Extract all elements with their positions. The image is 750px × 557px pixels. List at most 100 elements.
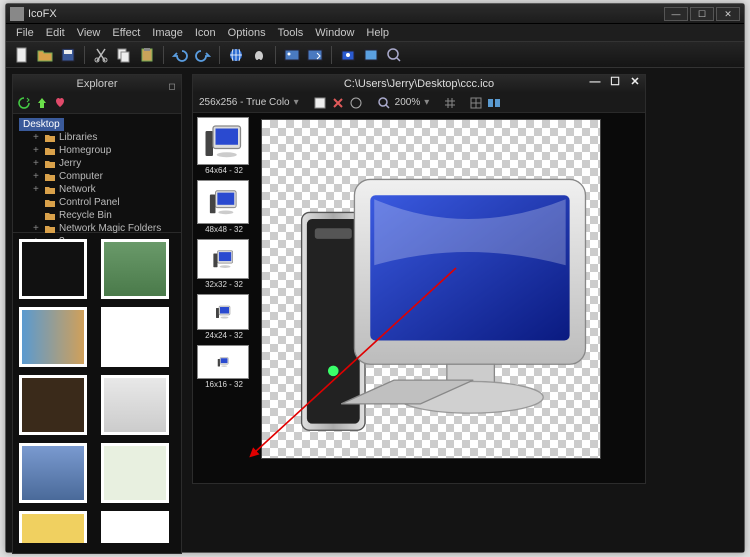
size-tile[interactable] [197,294,249,330]
apple-icon[interactable] [249,45,269,65]
expander-icon[interactable]: + [33,145,41,156]
explorer-toolbar [13,93,181,113]
menu-image[interactable]: Image [146,25,189,41]
explorer-close-icon[interactable]: ◻ [165,77,179,91]
properties-icon[interactable] [349,96,363,110]
close-button[interactable]: ✕ [716,7,740,21]
tree-root[interactable]: Desktop [19,118,64,131]
size-tile[interactable] [197,117,249,165]
open-folder-icon[interactable] [35,45,55,65]
preview-zoom-icon[interactable] [384,45,404,65]
copy-icon[interactable] [114,45,134,65]
tree-item-label: Homegroup [59,145,111,156]
add-size-icon[interactable] [313,96,327,110]
delete-size-icon[interactable] [331,96,345,110]
thumb-item[interactable] [19,511,87,543]
tree-item[interactable]: +Jerry [19,157,175,170]
app-window: IcoFX — ☐ ✕ File Edit View Effect Image … [5,3,745,553]
menu-file[interactable]: File [10,25,40,41]
thumb-item[interactable] [101,239,169,299]
toggle-grid-icon[interactable] [443,96,457,110]
explorer-thumbnails [13,233,181,543]
zoom-icon[interactable] [377,96,391,110]
tree-item[interactable]: Control Panel [19,196,175,209]
menu-effect[interactable]: Effect [106,25,146,41]
folder-tree: Desktop +Libraries+Homegroup+Jerry+Compu… [13,113,181,233]
tree-item-label: Recycle Bin [59,210,112,221]
size-tile[interactable] [197,180,249,224]
image-info: 256x256 - True Colo [199,97,290,108]
paste-icon[interactable] [137,45,157,65]
new-file-icon[interactable] [12,45,32,65]
minimize-button[interactable]: — [664,7,688,21]
menu-help[interactable]: Help [360,25,395,41]
doc-close-icon[interactable]: ✕ [627,76,643,90]
menu-window[interactable]: Window [309,25,360,41]
size-tile[interactable] [197,239,249,279]
menu-tools[interactable]: Tools [272,25,310,41]
capture-icon[interactable] [338,45,358,65]
doc-minimize-icon[interactable]: — [587,76,603,90]
thumb-item[interactable] [19,239,87,299]
document-toolbar: 256x256 - True Colo ▾ 200% ▾ [193,93,645,113]
workspace: Explorer ◻ Desktop +Libraries+Homegroup+… [6,68,744,552]
size-tile-label: 64x64 - 32 [197,165,251,176]
size-tile-pic [198,240,248,278]
import-image-icon[interactable] [282,45,302,65]
expander-icon[interactable]: + [33,223,41,234]
windows-icon[interactable] [226,45,246,65]
main-toolbar [6,42,744,68]
size-tile-pic [198,295,248,329]
thumb-item[interactable] [101,375,169,435]
expander-icon[interactable]: + [33,132,41,143]
expander-icon[interactable]: + [33,171,41,182]
favorite-icon[interactable] [53,96,67,110]
toggle-panels-icon[interactable] [487,96,501,110]
thumb-item[interactable] [101,307,169,367]
maximize-button[interactable]: ☐ [690,7,714,21]
cut-icon[interactable] [91,45,111,65]
explorer-panel: Explorer ◻ Desktop +Libraries+Homegroup+… [12,74,182,554]
grid-icon[interactable] [469,96,483,110]
tree-item[interactable]: Recycle Bin [19,209,175,222]
icon-canvas[interactable] [261,119,601,459]
app-icon [10,7,24,21]
tree-item-label: Computer [59,171,103,182]
refresh-icon[interactable] [17,96,31,110]
test-icon[interactable] [361,45,381,65]
tree-item[interactable]: +Libraries [19,131,175,144]
size-list: 64x64 - 3248x48 - 3232x32 - 3224x24 - 32… [193,113,255,483]
thumb-item[interactable] [19,443,87,503]
thumb-item[interactable] [19,375,87,435]
undo-icon[interactable] [170,45,190,65]
menu-view[interactable]: View [71,25,107,41]
menu-options[interactable]: Options [222,25,272,41]
save-icon[interactable] [58,45,78,65]
thumb-item[interactable] [101,443,169,503]
size-tile[interactable] [197,345,249,379]
folder-icon [45,211,55,221]
folder-icon [45,159,55,169]
tree-item[interactable]: + Homegroup [19,144,175,157]
expander-icon[interactable]: + [33,184,41,195]
tree-item[interactable]: + Computer [19,170,175,183]
folder-icon [45,172,55,182]
thumb-item[interactable] [101,511,169,543]
document-title: C:\Users\Jerry\Desktop\ccc.ico — ☐ ✕ [193,75,645,93]
thumb-item[interactable] [19,307,87,367]
app-title: IcoFX [28,8,664,20]
zoom-level[interactable]: 200% [395,97,421,108]
menu-edit[interactable]: Edit [40,25,71,41]
tree-item-label: Network Magic Folders [59,223,161,234]
export-image-icon[interactable] [305,45,325,65]
redo-icon[interactable] [193,45,213,65]
menu-icon[interactable]: Icon [189,25,222,41]
doc-maximize-icon[interactable]: ☐ [607,76,623,90]
folder-icon [45,146,55,156]
folder-icon [45,198,55,208]
up-icon[interactable] [35,96,49,110]
expander-icon[interactable]: + [33,158,41,169]
size-tile-label: 48x48 - 32 [197,224,251,235]
size-tile-pic [198,181,248,223]
tree-item[interactable]: +Network [19,183,175,196]
